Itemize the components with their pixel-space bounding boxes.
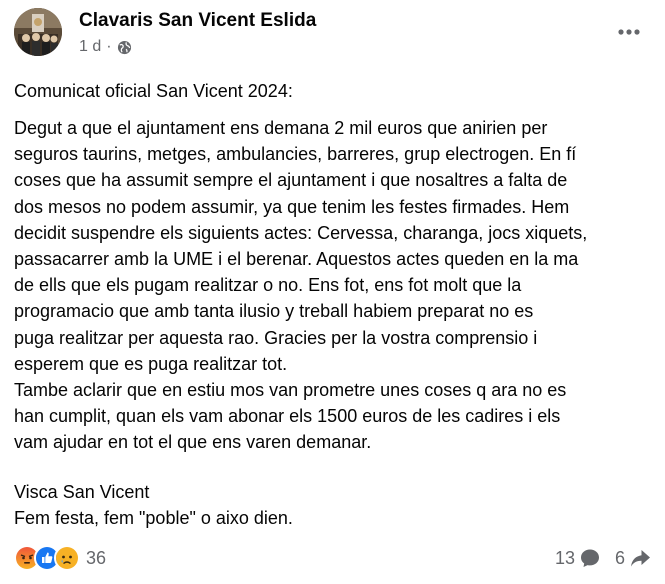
post-body-line: seguros taurins, metges, ambulancies, ba… bbox=[14, 144, 577, 165]
comments-count-button[interactable]: 13 bbox=[555, 547, 601, 569]
post-body-line: coses que ha assumit sempre el ajuntamen… bbox=[14, 170, 568, 191]
engagement-counts: 13 6 bbox=[555, 547, 651, 569]
post-body-line: programacio que amb tanta ilusio y treba… bbox=[14, 301, 534, 322]
shares-count-button[interactable]: 6 bbox=[615, 547, 651, 569]
sad-icon bbox=[54, 545, 80, 571]
share-count: 6 bbox=[614, 547, 625, 568]
page-avatar[interactable] bbox=[14, 8, 62, 56]
share-icon bbox=[631, 550, 650, 567]
comment-icon bbox=[580, 549, 599, 567]
post-body-line: de ells que els pugam realitzar o no. En… bbox=[14, 275, 522, 296]
comment-count: 13 bbox=[554, 547, 575, 568]
post-intro: Comunicat oficial San Vicent 2024: bbox=[14, 81, 293, 101]
post-body-line: Degut a que el ajuntament ens demana 2 m… bbox=[14, 118, 548, 138]
post-timestamp[interactable]: 1 d bbox=[79, 38, 101, 56]
post-body-line: esperem que es puga realitzar tot. bbox=[14, 353, 288, 374]
reactions-summary[interactable]: 36 bbox=[14, 545, 106, 571]
signoff-line: Fem festa, fem "poble" o aixo dien. bbox=[14, 508, 293, 528]
post-body-line: vam ajudar en tot el que ens varen deman… bbox=[14, 432, 372, 453]
post-body-line: Tambe aclarir que en estiu mos van prome… bbox=[14, 380, 567, 401]
more-options-icon bbox=[618, 29, 640, 35]
reaction-count: 36 bbox=[86, 547, 107, 568]
avatar-photo bbox=[14, 8, 62, 56]
post-body-line: passacarrer amb la UME i el berenar. Aqu… bbox=[14, 249, 579, 270]
post-signoff: Visca San Vicent Fem festa, fem "poble" … bbox=[14, 479, 293, 531]
more-options-button[interactable] bbox=[611, 16, 647, 48]
post-body-line: han cumplit, quan els vam abonar els 150… bbox=[14, 406, 561, 427]
post-meta: 1 d · bbox=[79, 38, 132, 56]
signoff-line: Visca San Vicent bbox=[14, 482, 150, 502]
globe-icon[interactable] bbox=[117, 40, 132, 55]
post-footer: 36 13 6 bbox=[14, 544, 651, 572]
post-body-line: decidit suspendre els siguients actes: C… bbox=[14, 222, 588, 243]
post-body-line: dos mesos no podem assumir, ya que tenim… bbox=[14, 196, 570, 217]
meta-separator: · bbox=[106, 38, 112, 55]
page-name-link[interactable]: Clavaris San Vicent Eslida bbox=[79, 10, 316, 32]
post-body-line: puga realitzar per aquesta rao. Gracies … bbox=[14, 327, 538, 348]
post-body: Degut a que el ajuntament ens demana 2 m… bbox=[14, 115, 654, 456]
